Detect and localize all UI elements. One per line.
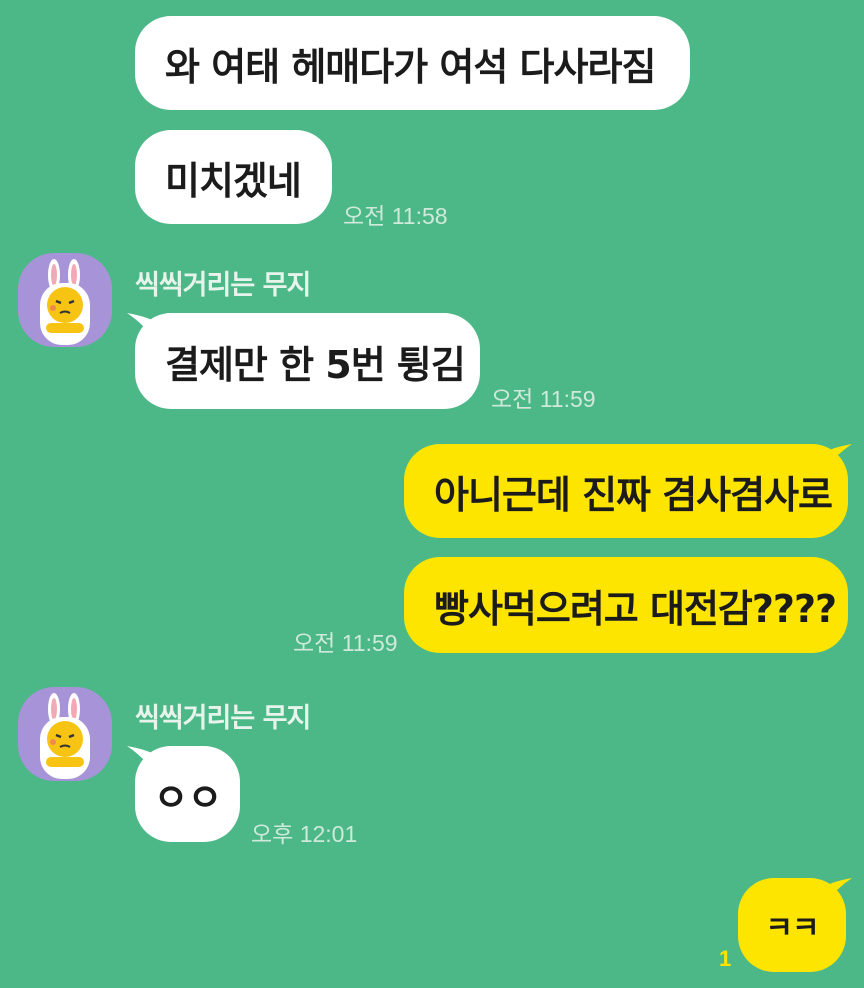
message-bubble[interactable]: ㅋㅋ [738,878,846,972]
muzi-avatar-icon[interactable] [18,253,112,347]
message-timestamp: 오전 11:58 [343,203,448,229]
message-bubble[interactable]: ㅇㅇ [135,746,240,842]
message-timestamp: 오전 11:59 [491,386,596,412]
message-bubble[interactable]: 미치겠네 [135,130,332,224]
message-text: 와 여태 헤매다가 여석 다사라짐 [165,44,656,89]
message-text: 결제만 한 5번 튕김 [165,342,466,387]
message-bubble[interactable]: 빵사먹으려고 대전감???? [404,557,848,653]
muzi-avatar-icon[interactable] [18,687,112,781]
unread-count: 1 [719,946,732,971]
message-text: 미치겠네 [165,158,302,203]
sender-name: 씩씩거리는 무지 [135,270,311,301]
message-text: 아니근데 진짜 겸사겸사로 [434,472,833,517]
message-timestamp: 오후 12:01 [251,821,358,847]
message-text: 빵사먹으려고 대전감???? [434,586,837,631]
sender-name: 씩씩거리는 무지 [135,703,311,734]
message-bubble[interactable]: 아니근데 진짜 겸사겸사로 [404,444,848,538]
message-text: ㅋㅋ [765,911,819,946]
message-timestamp: 오전 11:59 [293,630,398,656]
message-bubble[interactable]: 결제만 한 5번 튕김 [135,313,480,409]
message-bubble[interactable]: 와 여태 헤매다가 여석 다사라짐 [135,16,690,110]
message-text: ㅇㅇ [153,775,223,820]
